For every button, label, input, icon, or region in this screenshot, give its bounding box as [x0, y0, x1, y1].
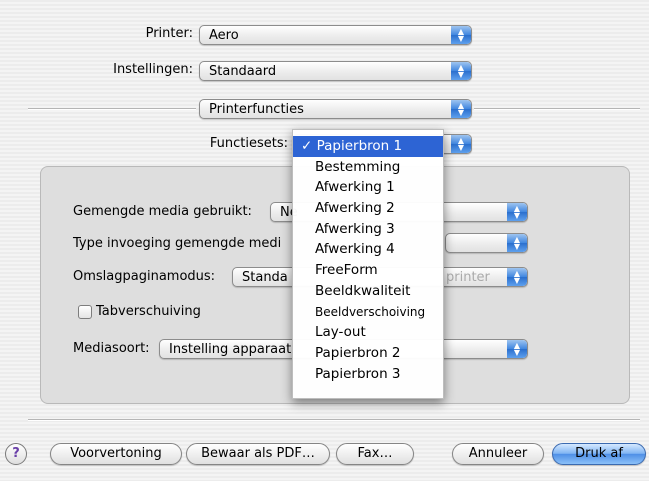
section-separator-right	[474, 108, 640, 110]
menu-item-label: Papierbron 2	[315, 344, 401, 361]
menu-item-label: Papierbron 3	[315, 365, 401, 382]
menu-item-label: Afwerking 4	[315, 241, 395, 258]
settings-value: Standaard	[209, 64, 277, 79]
featuresets-label: Functiesets:	[209, 136, 288, 151]
menu-item-label: Afwerking 3	[315, 220, 395, 237]
checkmark-icon: ✓	[301, 138, 317, 154]
menu-item[interactable]: Lay-out	[293, 322, 443, 343]
cover-mode-value-tail: printer	[446, 270, 490, 285]
menu-item-label: Afwerking 2	[315, 200, 395, 217]
featuresets-menu: ✓ Papierbron 1 Bestemming Afwerking 1 Afwer…	[292, 129, 444, 399]
menu-item-selected[interactable]: ✓ Papierbron 1	[293, 136, 443, 157]
menu-item-label: Afwerking 1	[315, 179, 395, 196]
section-value: Printerfuncties	[209, 102, 304, 117]
save-pdf-button[interactable]: Bewaar als PDF…	[186, 443, 330, 465]
menu-item[interactable]: FreeForm	[293, 260, 443, 281]
mixed-media-label: Gemengde media gebruikt:	[73, 204, 252, 219]
menu-item[interactable]: Afwerking 2	[293, 198, 443, 219]
printer-label: Printer:	[145, 26, 193, 41]
menu-item[interactable]: Beeldverschoiving	[293, 302, 443, 323]
menu-item-label: Bestemming	[315, 158, 401, 175]
printer-popup[interactable]: Aero ▲ ▼	[199, 25, 472, 45]
menu-item[interactable]: Papierbron 2	[293, 343, 443, 364]
menu-item[interactable]: Papierbron 3	[293, 364, 443, 385]
insert-type-popup[interactable]: ▲ ▼	[445, 233, 528, 253]
popup-arrows-icon: ▲ ▼	[451, 62, 471, 80]
menu-item[interactable]: Bestemming	[293, 157, 443, 178]
media-type-value: Instelling apparaat	[169, 342, 292, 357]
section-separator-left	[28, 108, 196, 110]
cover-mode-label: Omslagpaginamodus:	[73, 269, 216, 284]
menu-item[interactable]: Beeldkwaliteit	[293, 281, 443, 302]
tab-shift-label[interactable]: Tabverschuiving	[96, 304, 201, 319]
settings-popup[interactable]: Standaard ▲ ▼	[199, 61, 472, 81]
section-popup[interactable]: Printerfuncties ▲ ▼	[199, 99, 472, 119]
menu-item-label: FreeForm	[315, 262, 378, 279]
menu-item-label: Papierbron 1	[316, 138, 403, 154]
popup-arrows-icon: ▲ ▼	[451, 135, 471, 153]
insert-type-label: Type invoeging gemengde medi	[73, 236, 282, 251]
cancel-button[interactable]: Annuleer	[452, 443, 544, 465]
tab-shift-checkbox[interactable]	[78, 305, 92, 319]
settings-label: Instellingen:	[113, 62, 193, 77]
menu-item-label: Lay-out	[315, 324, 366, 341]
preview-button[interactable]: Voorvertoning	[50, 443, 182, 465]
popup-arrows-icon: ▲ ▼	[507, 268, 527, 286]
help-button[interactable]: ?	[5, 443, 27, 465]
popup-arrows-icon: ▲ ▼	[451, 26, 471, 44]
menu-item-label: Beeldverschoiving	[315, 304, 426, 319]
media-type-label: Mediasoort:	[73, 341, 150, 356]
popup-arrows-icon: ▲ ▼	[507, 203, 527, 221]
menu-item[interactable]: Afwerking 1	[293, 177, 443, 198]
bottom-separator	[28, 419, 640, 421]
popup-arrows-icon: ▲ ▼	[507, 340, 527, 358]
menu-item-label: Beeldkwaliteit	[315, 282, 411, 299]
menu-item[interactable]: Afwerking 3	[293, 219, 443, 240]
cover-mode-value: Standa	[242, 270, 288, 285]
print-button[interactable]: Druk af	[552, 443, 646, 465]
popup-arrows-icon: ▲ ▼	[451, 100, 471, 118]
printer-value: Aero	[209, 28, 239, 43]
menu-item[interactable]: Afwerking 4	[293, 239, 443, 260]
fax-button[interactable]: Fax…	[336, 443, 414, 465]
popup-arrows-icon: ▲ ▼	[507, 234, 527, 252]
